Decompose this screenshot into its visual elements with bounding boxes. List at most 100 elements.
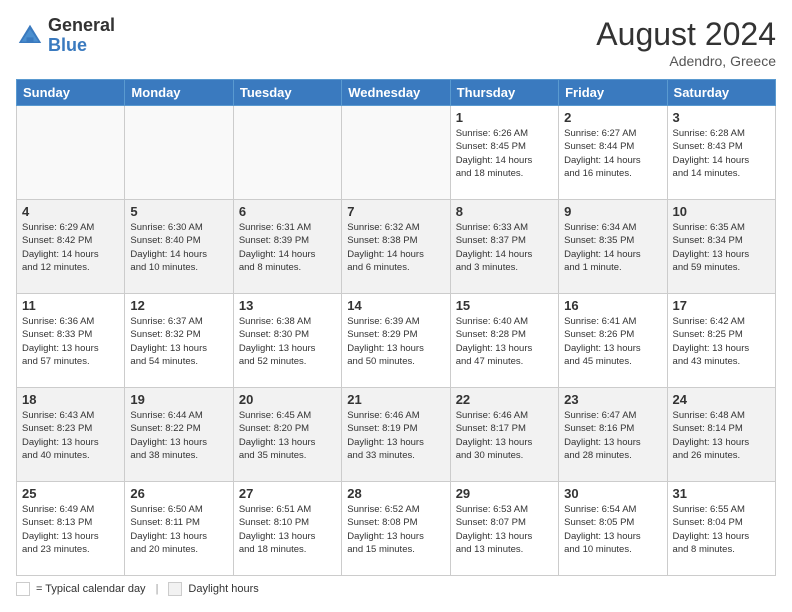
day-number: 18 <box>22 392 119 407</box>
day-number: 2 <box>564 110 661 125</box>
legend-separator: | <box>156 583 159 595</box>
day-number: 9 <box>564 204 661 219</box>
day-info: Sunrise: 6:47 AM Sunset: 8:16 PM Dayligh… <box>564 409 661 462</box>
day-number: 22 <box>456 392 553 407</box>
table-row: 9 Sunrise: 6:34 AM Sunset: 8:35 PM Daylig… <box>559 200 667 294</box>
table-row: 17 Sunrise: 6:42 AM Sunset: 8:25 PM Dayli… <box>667 294 775 388</box>
month-year: August 2024 <box>596 16 776 53</box>
table-row: 24Sunrise: 6:48 AM Sunset: 8:14 PM Dayli… <box>667 388 775 482</box>
calendar: Sunday Monday Tuesday Wednesday Thursday… <box>16 79 776 576</box>
day-info: Sunrise: 6:40 AM Sunset: 8:28 PM Dayligh… <box>456 315 553 368</box>
col-tuesday: Tuesday <box>233 80 341 106</box>
day-info: Sunrise: 6:27 AM Sunset: 8:44 PM Dayligh… <box>564 127 661 180</box>
table-row: 29 Sunrise: 6:53 AM Sunset: 8:07 PM Dayli… <box>450 482 558 576</box>
table-row: 11 Sunrise: 6:36 AM Sunset: 8:33 PM Dayli… <box>17 294 125 388</box>
col-wednesday: Wednesday <box>342 80 450 106</box>
day-number: 25 <box>22 486 119 501</box>
logo-general: General <box>48 16 115 36</box>
day-number: 24 <box>673 392 770 407</box>
page: General Blue August 2024 Adendro, Greece… <box>0 0 792 612</box>
day-info: Sunrise: 6:53 AM Sunset: 8:07 PM Dayligh… <box>456 503 553 556</box>
day-number: 11 <box>22 298 119 313</box>
table-row <box>233 106 341 200</box>
legend-daylight-label: Daylight hours <box>188 583 258 595</box>
legend-gray-box <box>168 582 182 596</box>
day-number: 27 <box>239 486 336 501</box>
logo-icon <box>16 22 44 50</box>
day-number: 23 <box>564 392 661 407</box>
day-info: Sunrise: 6:36 AM Sunset: 8:33 PM Dayligh… <box>22 315 119 368</box>
table-row: 4 Sunrise: 6:29 AM Sunset: 8:42 PM Daylig… <box>17 200 125 294</box>
day-number: 30 <box>564 486 661 501</box>
table-row: 28 Sunrise: 6:52 AM Sunset: 8:08 PM Dayli… <box>342 482 450 576</box>
day-info: Sunrise: 6:29 AM Sunset: 8:42 PM Dayligh… <box>22 221 119 274</box>
col-saturday: Saturday <box>667 80 775 106</box>
table-row: 25Sunrise: 6:49 AM Sunset: 8:13 PM Dayli… <box>17 482 125 576</box>
day-info: Sunrise: 6:50 AM Sunset: 8:11 PM Dayligh… <box>130 503 227 556</box>
table-row: 31Sunrise: 6:55 AM Sunset: 8:04 PM Dayli… <box>667 482 775 576</box>
calendar-row: 11 Sunrise: 6:36 AM Sunset: 8:33 PM Dayli… <box>17 294 776 388</box>
day-info: Sunrise: 6:44 AM Sunset: 8:22 PM Dayligh… <box>130 409 227 462</box>
day-number: 10 <box>673 204 770 219</box>
day-number: 14 <box>347 298 444 313</box>
day-number: 15 <box>456 298 553 313</box>
table-row: 22 Sunrise: 6:46 AM Sunset: 8:17 PM Dayli… <box>450 388 558 482</box>
day-number: 7 <box>347 204 444 219</box>
table-row: 20 Sunrise: 6:45 AM Sunset: 8:20 PM Dayli… <box>233 388 341 482</box>
day-number: 4 <box>22 204 119 219</box>
day-info: Sunrise: 6:54 AM Sunset: 8:05 PM Dayligh… <box>564 503 661 556</box>
table-row: 16 Sunrise: 6:41 AM Sunset: 8:26 PM Dayli… <box>559 294 667 388</box>
day-info: Sunrise: 6:38 AM Sunset: 8:30 PM Dayligh… <box>239 315 336 368</box>
day-info: Sunrise: 6:51 AM Sunset: 8:10 PM Dayligh… <box>239 503 336 556</box>
day-info: Sunrise: 6:41 AM Sunset: 8:26 PM Dayligh… <box>564 315 661 368</box>
calendar-row: 1 Sunrise: 6:26 AM Sunset: 8:45 PM Daylig… <box>17 106 776 200</box>
day-number: 16 <box>564 298 661 313</box>
table-row: 5Sunrise: 6:30 AM Sunset: 8:40 PM Daylig… <box>125 200 233 294</box>
table-row: 26 Sunrise: 6:50 AM Sunset: 8:11 PM Dayli… <box>125 482 233 576</box>
day-number: 28 <box>347 486 444 501</box>
day-info: Sunrise: 6:37 AM Sunset: 8:32 PM Dayligh… <box>130 315 227 368</box>
day-number: 29 <box>456 486 553 501</box>
table-row: 10 Sunrise: 6:35 AM Sunset: 8:34 PM Dayli… <box>667 200 775 294</box>
day-info: Sunrise: 6:42 AM Sunset: 8:25 PM Dayligh… <box>673 315 770 368</box>
day-info: Sunrise: 6:52 AM Sunset: 8:08 PM Dayligh… <box>347 503 444 556</box>
title-block: August 2024 Adendro, Greece <box>596 16 776 69</box>
day-info: Sunrise: 6:34 AM Sunset: 8:35 PM Dayligh… <box>564 221 661 274</box>
day-number: 20 <box>239 392 336 407</box>
legend-white-label: = Typical calendar day <box>36 583 146 595</box>
table-row: 12 Sunrise: 6:37 AM Sunset: 8:32 PM Dayli… <box>125 294 233 388</box>
day-info: Sunrise: 6:43 AM Sunset: 8:23 PM Dayligh… <box>22 409 119 462</box>
day-number: 17 <box>673 298 770 313</box>
table-row: 30 Sunrise: 6:54 AM Sunset: 8:05 PM Dayli… <box>559 482 667 576</box>
table-row: 21 Sunrise: 6:46 AM Sunset: 8:19 PM Dayli… <box>342 388 450 482</box>
table-row: 1 Sunrise: 6:26 AM Sunset: 8:45 PM Daylig… <box>450 106 558 200</box>
day-number: 1 <box>456 110 553 125</box>
day-info: Sunrise: 6:35 AM Sunset: 8:34 PM Dayligh… <box>673 221 770 274</box>
day-number: 13 <box>239 298 336 313</box>
day-info: Sunrise: 6:33 AM Sunset: 8:37 PM Dayligh… <box>456 221 553 274</box>
table-row: 19Sunrise: 6:44 AM Sunset: 8:22 PM Dayli… <box>125 388 233 482</box>
day-info: Sunrise: 6:30 AM Sunset: 8:40 PM Dayligh… <box>130 221 227 274</box>
day-number: 21 <box>347 392 444 407</box>
table-row <box>17 106 125 200</box>
col-friday: Friday <box>559 80 667 106</box>
table-row: 2 Sunrise: 6:27 AM Sunset: 8:44 PM Daylig… <box>559 106 667 200</box>
table-row: 23 Sunrise: 6:47 AM Sunset: 8:16 PM Dayli… <box>559 388 667 482</box>
day-info: Sunrise: 6:31 AM Sunset: 8:39 PM Dayligh… <box>239 221 336 274</box>
logo: General Blue <box>16 16 115 56</box>
table-row: 7Sunrise: 6:32 AM Sunset: 8:38 PM Daylig… <box>342 200 450 294</box>
day-info: Sunrise: 6:28 AM Sunset: 8:43 PM Dayligh… <box>673 127 770 180</box>
day-info: Sunrise: 6:46 AM Sunset: 8:17 PM Dayligh… <box>456 409 553 462</box>
header: General Blue August 2024 Adendro, Greece <box>16 16 776 69</box>
day-info: Sunrise: 6:55 AM Sunset: 8:04 PM Dayligh… <box>673 503 770 556</box>
table-row <box>342 106 450 200</box>
legend: = Typical calendar day | Daylight hours <box>16 582 776 596</box>
day-number: 12 <box>130 298 227 313</box>
day-info: Sunrise: 6:46 AM Sunset: 8:19 PM Dayligh… <box>347 409 444 462</box>
day-info: Sunrise: 6:26 AM Sunset: 8:45 PM Dayligh… <box>456 127 553 180</box>
calendar-row: 25Sunrise: 6:49 AM Sunset: 8:13 PM Dayli… <box>17 482 776 576</box>
location: Adendro, Greece <box>596 53 776 69</box>
day-info: Sunrise: 6:45 AM Sunset: 8:20 PM Dayligh… <box>239 409 336 462</box>
day-number: 26 <box>130 486 227 501</box>
table-row: 14Sunrise: 6:39 AM Sunset: 8:29 PM Dayli… <box>342 294 450 388</box>
